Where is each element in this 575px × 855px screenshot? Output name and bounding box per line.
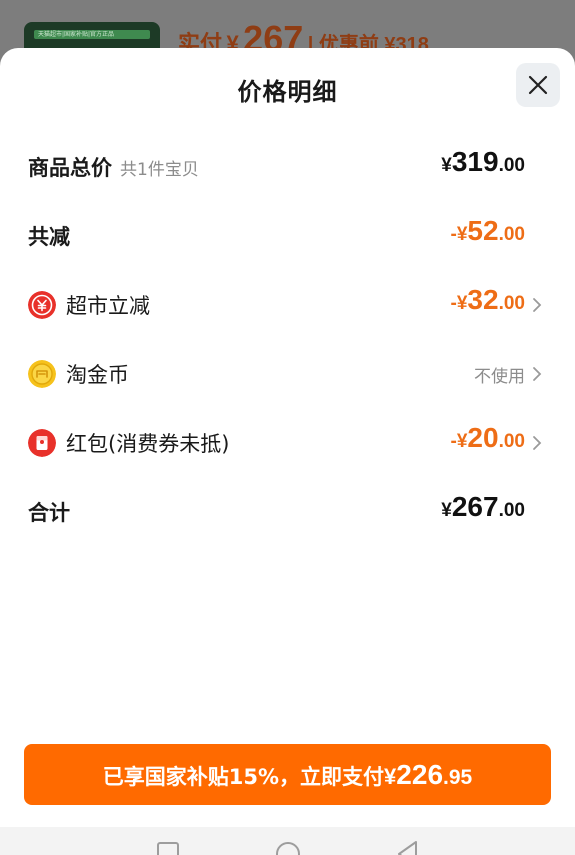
pay-now-button[interactable]: 已享国家补贴15%，立即支付¥226.95 [24,744,551,805]
red-packet-icon [28,429,56,457]
total-discount-label: 共减 [28,225,70,249]
back-icon[interactable] [396,841,418,855]
currency-symbol: -¥ [450,431,468,452]
close-button[interactable] [516,63,560,107]
amount-integer: 52 [467,215,499,246]
gold-coin-icon [28,360,56,388]
amount-decimal: .00 [498,431,525,452]
amount-integer: 32 [467,284,499,315]
supermarket-coin-icon [28,291,56,319]
pay-amount-integer: 226 [396,759,444,790]
chevron-right-icon [533,436,542,450]
chevron-right-icon [533,298,542,312]
total-discount-amount: -¥52.00 [451,215,525,247]
amount-decimal: .00 [498,500,525,521]
sum-amount: ¥267.00 [441,491,525,523]
row-supermarket-discount[interactable]: 超市立减 -¥32.00 [0,282,575,326]
amount-integer: 319 [451,146,499,177]
chevron-right-icon [533,367,542,381]
currency-symbol: ¥ [441,500,452,521]
sheet-title: 价格明细 [237,78,338,106]
row-red-packet[interactable]: 红包(消费券未抵) -¥20.00 [0,420,575,464]
row-total-discount: 共减 -¥52.00 [0,213,575,257]
amount-decimal: .00 [498,224,525,245]
amount-integer: 20 [467,422,499,453]
currency-symbol: ¥ [441,155,452,176]
price-detail-sheet: 价格明细 商品总价 共1件宝贝 ¥319.00 共减 -¥52.00 超市立减 -… [0,48,575,855]
row-label: 商品总价 共1件宝贝 [28,152,199,182]
close-icon [528,75,548,95]
red-packet-label: 红包(消费券未抵) [66,432,230,456]
recent-apps-icon[interactable] [157,841,179,855]
amount-decimal: .00 [498,155,525,176]
item-count: 共1件宝贝 [120,160,199,180]
item-total-amount: ¥319.00 [441,146,525,178]
row-sum: 合计 ¥267.00 [0,489,575,533]
pay-currency-symbol: ¥ [384,764,397,789]
amount-decimal: .00 [498,293,525,314]
pay-amount-decimal: .95 [443,766,473,789]
currency-symbol: -¥ [450,224,468,245]
amount-integer: 267 [451,491,499,522]
system-nav-bar [0,827,575,855]
red-packet-amount: -¥20.00 [451,422,525,454]
currency-symbol: -¥ [450,293,468,314]
item-total-label: 商品总价 [28,156,112,180]
supermarket-discount-label: 超市立减 [66,294,150,318]
supermarket-discount-amount: -¥32.00 [451,284,525,316]
pay-button-text: 已享国家补贴15%，立即支付 [102,765,385,789]
thumbnail-caption: 天猫超市|国家补贴|官方正品 [34,30,150,39]
row-item-total: 商品总价 共1件宝贝 ¥319.00 [0,144,575,188]
home-icon[interactable] [275,841,301,855]
row-taojinbi[interactable]: 淘金币 不使用 [0,351,575,395]
taojinbi-value: 不使用 [474,367,525,387]
taojinbi-label: 淘金币 [66,363,129,387]
sum-label: 合计 [28,501,70,525]
